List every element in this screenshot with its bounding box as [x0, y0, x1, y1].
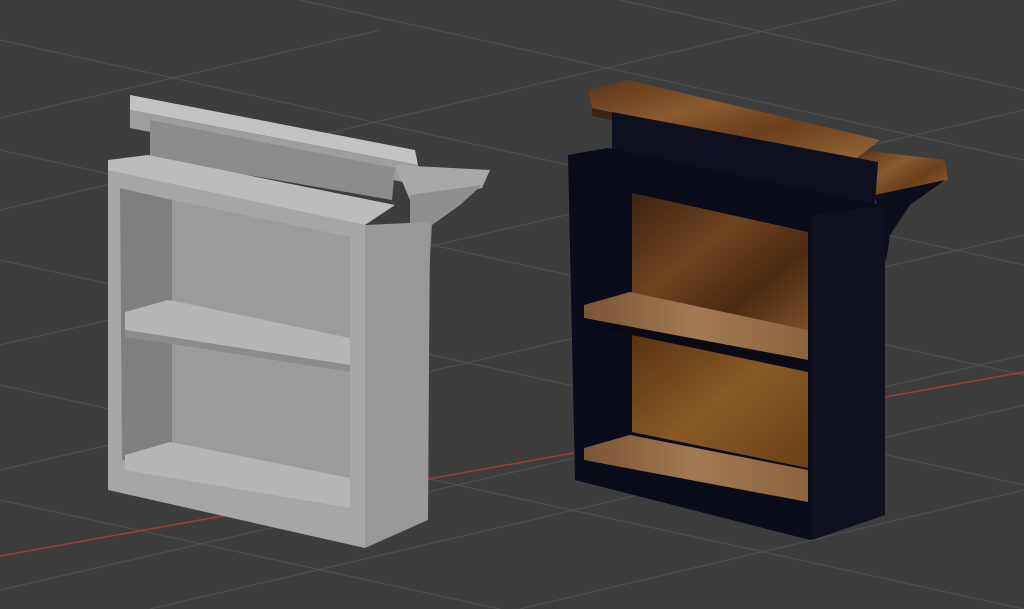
viewport-canvas[interactable]	[0, 0, 1024, 609]
bookshelf-material[interactable]	[568, 80, 948, 540]
3d-viewport[interactable]	[0, 0, 1024, 609]
